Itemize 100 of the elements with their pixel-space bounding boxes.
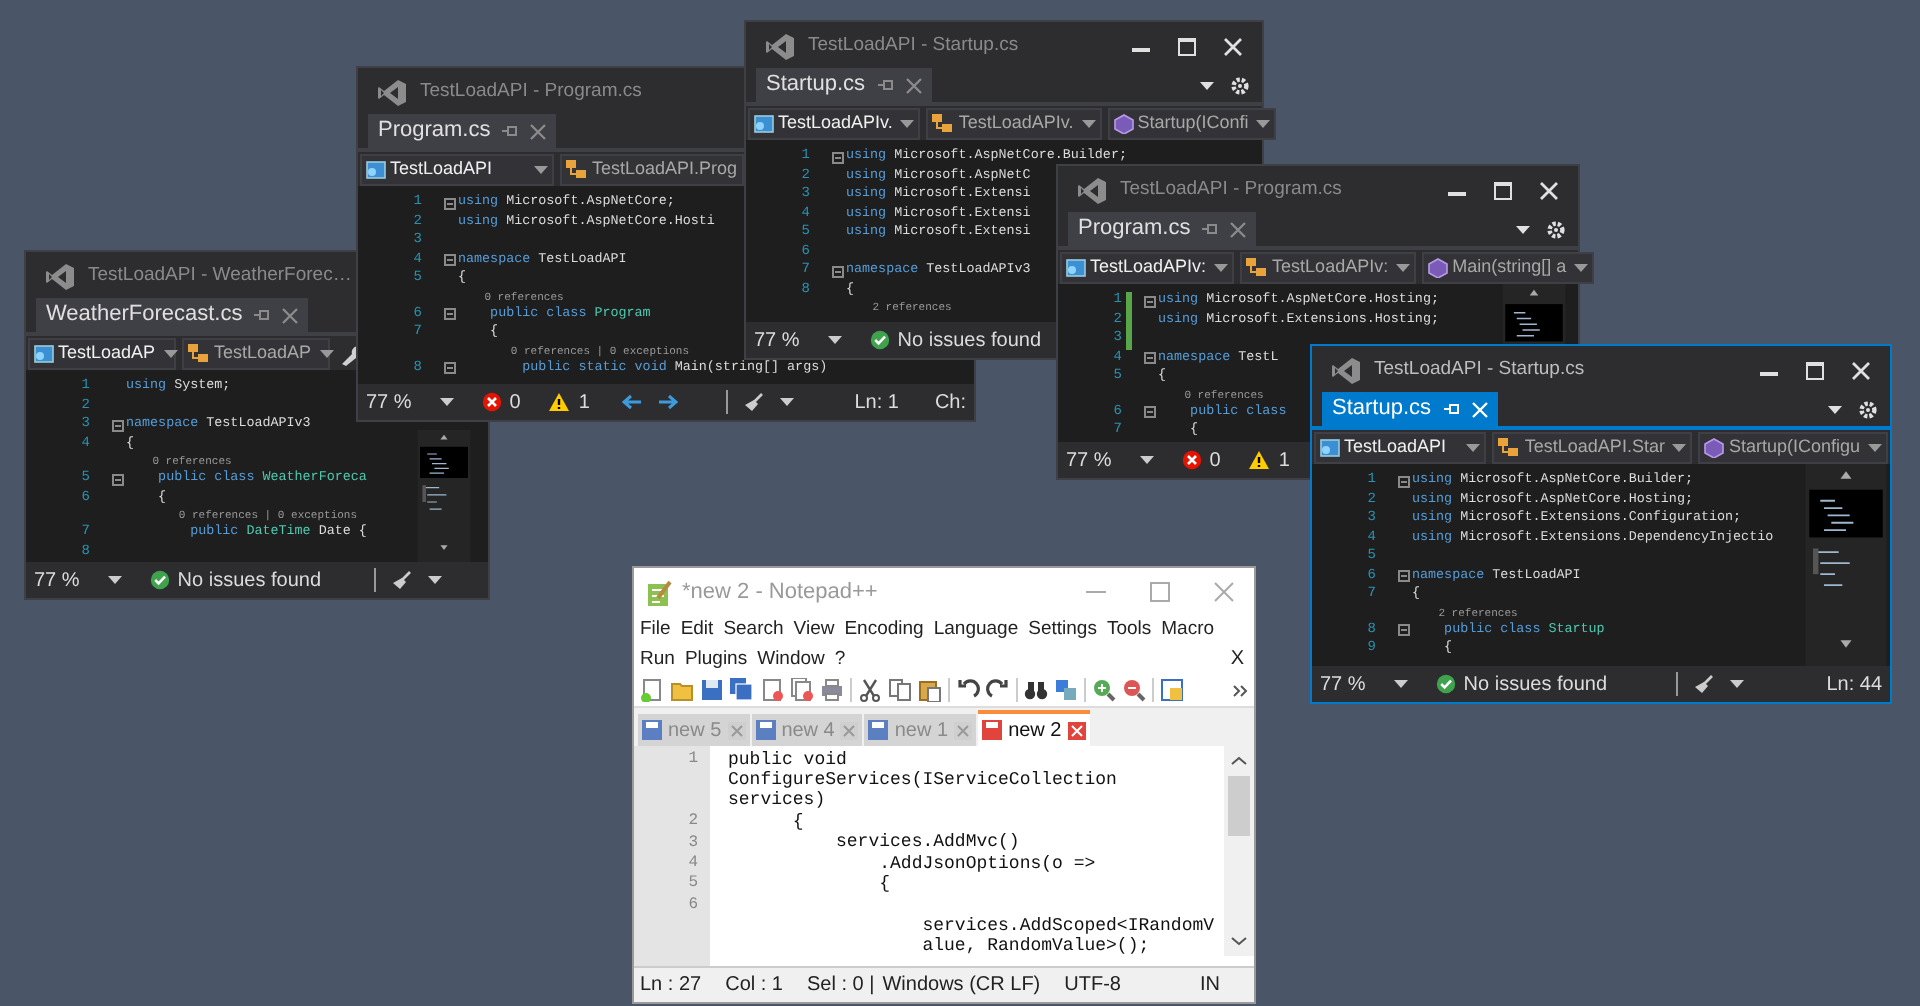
collapse-icon[interactable] [1144, 295, 1156, 308]
menu-item[interactable]: Window [757, 645, 825, 674]
new-file-icon[interactable] [640, 678, 664, 702]
menu-item[interactable]: View [793, 616, 835, 645]
caret-down-icon [428, 576, 443, 584]
warning-count[interactable]: 1 [578, 387, 590, 417]
error-count[interactable]: 0 [509, 387, 521, 417]
menu-item[interactable]: Plugins [684, 645, 748, 674]
zoom-dropdown[interactable]: 77 % [34, 565, 134, 595]
close-file-icon[interactable] [760, 678, 784, 702]
save-all-icon[interactable] [730, 678, 754, 702]
zoom-out-icon[interactable] [1122, 678, 1146, 702]
collapse-icon[interactable] [1398, 624, 1410, 637]
gear-icon[interactable] [1858, 399, 1878, 419]
menu-item[interactable]: Edit [680, 616, 714, 645]
gear-icon[interactable] [1230, 75, 1250, 95]
dropdown[interactable]: TestLoadAPIv. [926, 108, 1102, 140]
zoom-dropdown[interactable]: 77 % [1066, 445, 1166, 475]
gear-icon[interactable] [1546, 219, 1566, 239]
broom-icon[interactable] [392, 570, 413, 590]
arrow-left-icon[interactable] [621, 394, 642, 410]
collapse-icon[interactable] [444, 362, 456, 375]
zoom-dropdown[interactable]: 77 % [754, 325, 854, 355]
floppy-icon [642, 720, 662, 740]
pin-icon[interactable] [502, 124, 519, 138]
document-tab[interactable]: Program.cs [368, 114, 557, 148]
document-tab[interactable]: WeatherForecast.cs [36, 298, 309, 332]
menu-item[interactable]: Encoding [844, 616, 924, 645]
copy-icon[interactable] [888, 678, 912, 702]
folder-icon[interactable] [670, 678, 694, 702]
dropdown[interactable]: TestLoadAP [28, 338, 176, 370]
pin-icon[interactable] [1202, 222, 1219, 236]
column-indicator: Ch: [934, 389, 967, 417]
line-indicator: Ln: 1 [854, 389, 899, 417]
zoom-dropdown[interactable]: 77 % [1320, 669, 1420, 699]
collapse-icon[interactable] [444, 254, 456, 267]
collapse-icon[interactable] [1398, 570, 1410, 583]
printer-icon[interactable] [820, 678, 844, 702]
error-count[interactable]: 0 [1209, 445, 1221, 475]
pin-icon[interactable] [877, 78, 894, 92]
floppy-icon [868, 720, 889, 740]
collapse-icon[interactable] [832, 265, 844, 278]
collapse-icon[interactable] [112, 473, 124, 486]
replace-icon[interactable] [1054, 678, 1078, 702]
broom-icon[interactable] [744, 392, 765, 412]
collapse-icon[interactable] [112, 419, 124, 432]
pin-icon[interactable] [254, 308, 271, 322]
collapse-icon[interactable] [444, 197, 456, 210]
caret-down-icon [900, 120, 915, 128]
redo-icon[interactable] [986, 678, 1010, 702]
paste-icon[interactable] [918, 678, 942, 702]
close-document-button[interactable]: X [1230, 644, 1248, 675]
window-title: TestLoadAPI - Program.cs [1120, 175, 1342, 204]
document-tab[interactable]: Program.cs [1068, 212, 1257, 246]
dropdown[interactable]: Startup(IConfi [1107, 108, 1277, 140]
notepad-icon [646, 579, 672, 605]
collapse-icon[interactable] [1144, 352, 1156, 365]
dropdown[interactable]: Startup(IConfigu [1698, 432, 1888, 464]
zoom-in-icon[interactable] [1092, 678, 1116, 702]
collapse-icon[interactable] [1144, 406, 1156, 419]
collapse-icon[interactable] [1398, 475, 1410, 488]
chevron-right-icon[interactable] [1232, 683, 1248, 697]
menu-item[interactable]: Search [723, 616, 784, 645]
close-all-icon[interactable] [790, 678, 814, 702]
dropdown[interactable]: TestLoadAPIv: [1240, 252, 1417, 284]
dropdown[interactable]: TestLoadAPIv. [748, 108, 921, 140]
document-tab[interactable]: Startup.cs [756, 68, 932, 102]
undo-icon[interactable] [956, 678, 980, 702]
window-icon[interactable] [1160, 678, 1184, 702]
menu-item[interactable]: Settings [1028, 616, 1097, 645]
caret-down-icon [1516, 225, 1530, 233]
menu-item[interactable]: Run [640, 645, 675, 674]
collapse-icon[interactable] [832, 151, 844, 164]
caret-down-icon [1256, 120, 1271, 128]
warning-count[interactable]: 1 [1278, 445, 1290, 475]
binoculars-icon[interactable] [1024, 678, 1048, 702]
dropdown[interactable]: TestLoadAPI [1314, 432, 1487, 464]
dropdown[interactable]: Main(string[] a [1422, 252, 1595, 284]
line-number: 5 [688, 874, 698, 893]
project-icon [1066, 258, 1086, 278]
arrow-right-icon[interactable] [657, 394, 678, 410]
menu-item[interactable]: File [640, 616, 671, 645]
menu-item[interactable]: Macro [1161, 616, 1215, 645]
window-title: TestLoadAPI - WeatherForec… [88, 261, 352, 290]
menu-item[interactable]: Tools [1106, 616, 1152, 645]
caret-down-icon [1081, 120, 1096, 128]
dropdown[interactable]: TestLoadAPI.Prog [560, 154, 744, 186]
zoom-dropdown[interactable]: 77 % [366, 387, 466, 417]
broom-icon[interactable] [1694, 674, 1715, 694]
dropdown[interactable]: TestLoadAPIv: [1060, 252, 1235, 284]
save-icon[interactable] [700, 678, 724, 702]
dropdown[interactable]: TestLoadAP [182, 338, 330, 370]
menu-item[interactable]: ? [834, 645, 846, 674]
dropdown[interactable]: TestLoadAPI [360, 154, 554, 186]
collapse-icon[interactable] [444, 308, 456, 321]
menu-item[interactable]: Language [933, 616, 1019, 645]
dropdown[interactable]: TestLoadAPI.Star [1492, 432, 1693, 464]
window-title: TestLoadAPI - Program.cs [420, 77, 642, 106]
document-tab[interactable]: new 2 [978, 710, 1090, 746]
scissors-icon[interactable] [858, 678, 882, 702]
